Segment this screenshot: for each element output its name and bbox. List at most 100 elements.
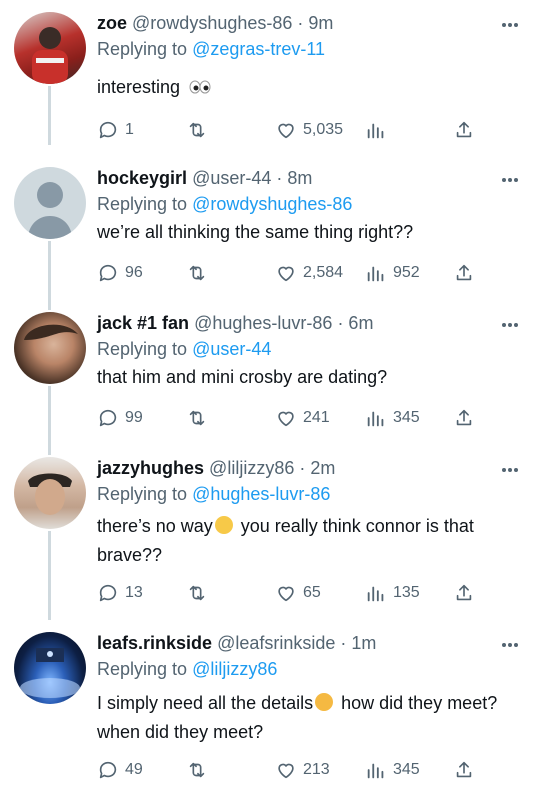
more-options-icon[interactable] [502,314,524,327]
retweet-button[interactable] [186,581,208,605]
user-handle[interactable]: @liljizzy86 [209,458,294,478]
avatar[interactable] [14,167,86,239]
user-handle[interactable]: @rowdyshughes-86 [132,13,292,33]
avatar[interactable] [14,632,86,704]
eyes-emoji-icon [189,74,211,103]
replying-to-link[interactable]: @rowdyshughes-86 [192,194,352,214]
replying-to: Replying to @rowdyshughes-86 [97,193,352,215]
crying-laughing-emoji-icon [214,516,233,534]
user-handle[interactable]: @leafsrinkside [217,633,335,653]
views-chart-icon [367,763,384,779]
views-count: 345 [393,761,420,778]
timestamp[interactable]: · 8m [276,168,312,188]
like-button[interactable]: 2,584 [275,261,343,285]
views-button[interactable] [365,118,393,142]
reply-icon [99,761,117,779]
avatar[interactable] [14,457,86,529]
timestamp[interactable]: · 2m [299,458,335,478]
avatar[interactable] [14,312,86,384]
display-name[interactable]: hockeygirl [97,168,187,188]
replying-to: Replying to @user-44 [97,338,271,360]
display-name[interactable]: leafs.rinkside [97,633,212,653]
tweet-jack-1-fan[interactable]: jack #1 fan @hughes-luvr-86 · 6m Replyin… [0,300,540,455]
replying-to-label: Replying to [97,484,188,504]
tweet-text: that him and mini crosby are dating? [97,367,388,387]
display-name[interactable]: jazzyhughes [97,458,204,478]
share-button[interactable] [453,406,475,430]
retweet-button[interactable] [186,406,208,430]
tweet-hockeygirl[interactable]: hockeygirl @user-44 · 8m Replying to @ro… [0,155,540,310]
retweet-icon [189,122,205,138]
replying-to-label: Replying to [97,39,188,59]
share-icon [456,264,472,281]
replying-to-link[interactable]: @liljizzy86 [192,659,277,679]
replying-to-link[interactable]: @user-44 [192,339,271,359]
reply-button[interactable]: 99 [97,406,143,430]
replying-to-label: Replying to [97,194,188,214]
retweet-button[interactable] [186,261,208,285]
like-button[interactable]: 213 [275,758,330,782]
more-options-icon[interactable] [502,634,524,647]
views-count: 345 [393,409,420,426]
share-button[interactable] [453,581,475,605]
tweet-text: interesting [97,73,517,103]
display-name[interactable]: zoe [97,13,127,33]
thread-line [48,531,51,620]
like-button[interactable]: 241 [275,406,330,430]
tweet-header: hockeygirl @user-44 · 8m [97,167,312,189]
user-handle[interactable]: @hughes-luvr-86 [194,313,332,333]
more-options-icon[interactable] [502,14,524,27]
like-count: 213 [303,761,330,778]
views-button[interactable]: 345 [365,406,420,430]
share-button[interactable] [453,261,475,285]
heart-icon [278,266,294,282]
views-chart-icon [367,123,384,139]
reply-icon [99,121,117,139]
tweet-actions: 1 5,035 [97,118,517,142]
heart-icon [278,763,294,779]
reply-button[interactable]: 13 [97,581,143,605]
retweet-button[interactable] [186,758,208,782]
more-options-icon[interactable] [502,169,524,182]
tweet-actions: 13 65 135 [97,581,517,605]
views-button[interactable]: 135 [365,581,420,605]
share-button[interactable] [453,758,475,782]
retweet-button[interactable] [186,118,208,142]
share-icon [456,409,472,426]
replying-to-link[interactable]: @hughes-luvr-86 [192,484,330,504]
more-options-icon[interactable] [502,459,524,472]
views-button[interactable]: 345 [365,758,420,782]
heart-icon [278,123,294,139]
replying-to-label: Replying to [97,659,188,679]
like-count: 241 [303,409,330,426]
views-count: 135 [393,584,420,601]
reply-button[interactable]: 49 [97,758,143,782]
tweet-zoe[interactable]: zoe @rowdyshughes-86 · 9m Replying to @z… [0,0,540,145]
avatar[interactable] [14,12,86,84]
tweet-header: jazzyhughes @liljizzy86 · 2m [97,457,335,479]
thread-line [48,86,51,145]
display-name[interactable]: jack #1 fan [97,313,189,333]
like-count: 5,035 [303,121,344,138]
reply-count: 96 [125,264,143,281]
timestamp[interactable]: · 1m [340,633,376,653]
reply-button[interactable]: 96 [97,261,143,285]
reply-icon [99,584,117,602]
share-icon [456,761,472,778]
tweet-leafs-rinkside[interactable]: leafs.rinkside @leafsrinkside · 1m Reply… [0,620,540,792]
views-button[interactable]: 952 [365,261,420,285]
like-button[interactable]: 5,035 [275,118,343,142]
reply-button[interactable]: 1 [97,118,134,142]
share-button[interactable] [453,118,475,142]
replying-to-link[interactable]: @zegras-trev-11 [192,39,325,59]
timestamp[interactable]: · 9m [297,13,333,33]
user-handle[interactable]: @user-44 [192,168,271,188]
tweet-header: leafs.rinkside @leafsrinkside · 1m [97,632,376,654]
retweet-icon [189,265,205,281]
retweet-icon [189,762,205,778]
like-button[interactable]: 65 [275,581,321,605]
timestamp[interactable]: · 6m [337,313,373,333]
heart-icon [278,411,294,427]
retweet-icon [189,410,205,426]
tweet-jazzyhughes[interactable]: jazzyhughes @liljizzy86 · 2m Replying to… [0,445,540,620]
